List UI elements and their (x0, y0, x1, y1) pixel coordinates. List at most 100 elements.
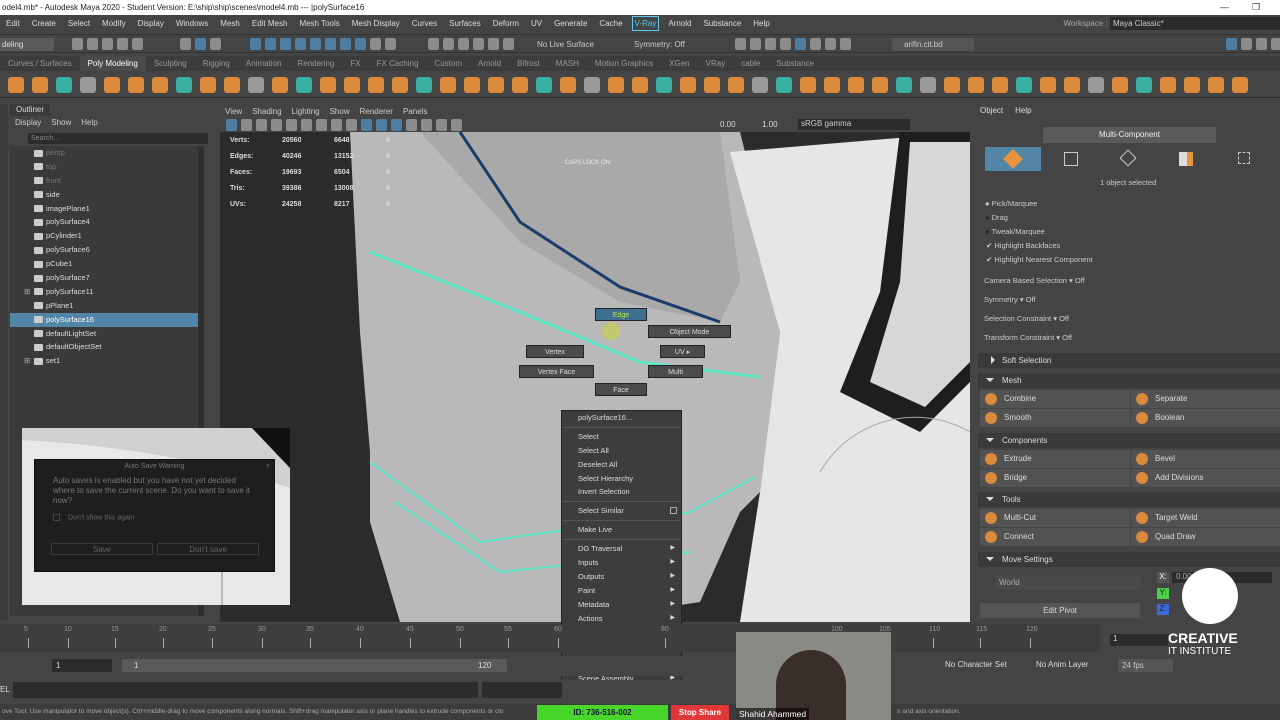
tools-section[interactable]: Tools (978, 492, 1280, 507)
xray-icon[interactable] (406, 119, 417, 131)
shelf-tool-icon[interactable] (752, 77, 768, 93)
context-menu-item-metadata[interactable]: Metadata ▶ (562, 598, 681, 612)
shelf-tool-icon[interactable] (80, 77, 96, 93)
menu-surfaces[interactable]: Surfaces (443, 15, 487, 32)
outliner-item-polysurface16[interactable]: polySurface16 (10, 312, 203, 327)
quad-draw-button[interactable]: Quad Draw (1131, 528, 1280, 546)
shelf-tool-icon[interactable] (392, 77, 408, 93)
outliner-menu-show[interactable]: Show (51, 116, 71, 130)
mask-render-icon[interactable] (340, 38, 351, 50)
context-menu-item-make-live[interactable]: Make Live (562, 523, 681, 537)
shelf-tool-icon[interactable] (632, 77, 648, 93)
selection-constraint-dropdown[interactable]: Selection Constraint ▾ Off (984, 314, 1069, 323)
outliner-item-polysurface6[interactable]: polySurface6 (10, 243, 203, 257)
undo-icon[interactable] (117, 38, 128, 50)
symmetry-dropdown[interactable]: Symmetry ▾ Off (984, 295, 1036, 304)
shelf-tool-icon[interactable] (1208, 77, 1224, 93)
shadows-icon[interactable] (436, 119, 447, 131)
shelf-tool-icon[interactable] (416, 77, 432, 93)
context-menu-item-dg-traversal[interactable]: DG Traversal ▶ (562, 542, 681, 556)
shelf-tool-icon[interactable] (1064, 77, 1080, 93)
channel-box-icon[interactable] (1271, 38, 1280, 50)
context-menu-item-select-all[interactable]: Select All (562, 444, 681, 458)
hypershade-icon[interactable] (795, 38, 806, 50)
live-surface-field[interactable]: No Live Surface (537, 38, 594, 51)
shelf-tab-animation[interactable]: Animation (238, 56, 290, 71)
uv-mode-button[interactable] (1216, 147, 1272, 171)
hierarchy-mode-icon[interactable] (180, 38, 191, 50)
camera-based-selection-dropdown[interactable]: Camera Based Selection ▾ Off (984, 276, 1085, 285)
context-menu-item-invert-selection[interactable]: Invert Selection (562, 485, 681, 499)
object-selection-mode-button[interactable] (985, 147, 1041, 171)
resolution-gate-icon[interactable] (316, 119, 327, 131)
outliner-search-input[interactable]: Search... (28, 133, 208, 144)
snap-view-icon[interactable] (473, 38, 484, 50)
mtk-menu-object[interactable]: Object (980, 106, 1003, 115)
save-icon[interactable] (102, 38, 113, 50)
marking-menu-vertex[interactable]: Vertex (526, 345, 584, 358)
component-mode-icon[interactable] (210, 38, 221, 50)
open-icon[interactable] (87, 38, 98, 50)
shelf-tool-icon[interactable] (1088, 77, 1104, 93)
attribute-editor-icon[interactable] (1256, 38, 1267, 50)
shelf-tool-icon[interactable] (320, 77, 336, 93)
smooth-button[interactable]: Smooth (980, 409, 1130, 427)
shelf-tool-icon[interactable] (536, 77, 552, 93)
bridge-button[interactable]: Bridge (980, 469, 1130, 487)
fps-dropdown[interactable]: 24 fps (1118, 659, 1173, 672)
shelf-tool-icon[interactable] (824, 77, 840, 93)
checkbox-highlight-backfaces[interactable]: ✔ Highlight Backfaces (986, 241, 1060, 250)
safe-action-icon[interactable] (331, 119, 342, 131)
highlight-icon[interactable] (385, 38, 396, 50)
shelf-tool-icon[interactable] (152, 77, 168, 93)
shelf-tool-icon[interactable] (776, 77, 792, 93)
shelf-tool-icon[interactable] (1160, 77, 1176, 93)
menu-substance[interactable]: Substance (697, 15, 747, 32)
lock-icon[interactable] (370, 38, 381, 50)
current-frame-field[interactable]: 1 (1110, 634, 1168, 646)
shelf-tool-icon[interactable] (56, 77, 72, 93)
range-slider[interactable]: 1 120 (122, 659, 507, 672)
shelf-tab-substance[interactable]: Substance (768, 56, 822, 71)
mask-joints-icon[interactable] (265, 38, 276, 50)
shelf-tab-mash[interactable]: MASH (548, 56, 587, 71)
menu-deform[interactable]: Deform (487, 15, 525, 32)
shelf-tab-bifrost[interactable]: Bifrost (509, 56, 548, 71)
outliner-item-side[interactable]: side (10, 188, 203, 202)
context-menu-item-polysurface16[interactable]: polySurface16... (562, 411, 681, 425)
shelf-tool-icon[interactable] (1232, 77, 1248, 93)
shelf-tool-icon[interactable] (704, 77, 720, 93)
menu-select[interactable]: Select (62, 15, 96, 32)
save-button[interactable]: Save (51, 543, 153, 555)
shelf-tool-icon[interactable] (1112, 77, 1128, 93)
object-mode-icon[interactable] (195, 38, 206, 50)
outliner-item-imageplane1[interactable]: imagePlane1 (10, 202, 203, 216)
menu-curves[interactable]: Curves (406, 15, 443, 32)
command-input[interactable] (13, 682, 478, 698)
redo-icon[interactable] (132, 38, 143, 50)
command-language-label[interactable]: EL (0, 685, 10, 694)
shelf-tool-icon[interactable] (944, 77, 960, 93)
snap-curve-icon[interactable] (443, 38, 454, 50)
extrude-button[interactable]: Extrude (980, 450, 1130, 468)
shelf-tool-icon[interactable] (680, 77, 696, 93)
outliner-item-pplane1[interactable]: pPlane1 (10, 299, 203, 313)
menu-windows[interactable]: Windows (170, 15, 214, 32)
menu-uv[interactable]: UV (525, 15, 548, 32)
light-editor-icon[interactable] (825, 38, 836, 50)
menu-mesh-display[interactable]: Mesh Display (346, 15, 406, 32)
render-settings-icon[interactable] (780, 38, 791, 50)
shelf-tool-icon[interactable] (728, 77, 744, 93)
outliner-item-top[interactable]: top (10, 160, 203, 174)
shelf-tool-icon[interactable] (368, 77, 384, 93)
face-mode-button[interactable] (1158, 147, 1214, 171)
outliner-item-persp[interactable]: persp (10, 146, 203, 160)
mask-misc-icon[interactable] (355, 38, 366, 50)
shelf-tool-icon[interactable] (1184, 77, 1200, 93)
shelf-tab-poly-modeling[interactable]: Poly Modeling (79, 56, 146, 71)
new-scene-icon[interactable] (72, 38, 83, 50)
shelf-tool-icon[interactable] (104, 77, 120, 93)
shelf-tab-vray[interactable]: VRay (698, 56, 734, 71)
shelf-tool-icon[interactable] (800, 77, 816, 93)
time-slider[interactable]: 5 10 15 20 25 30 35 40 45 50 55 60 80 100 105 110 115 120 (0, 624, 1100, 652)
